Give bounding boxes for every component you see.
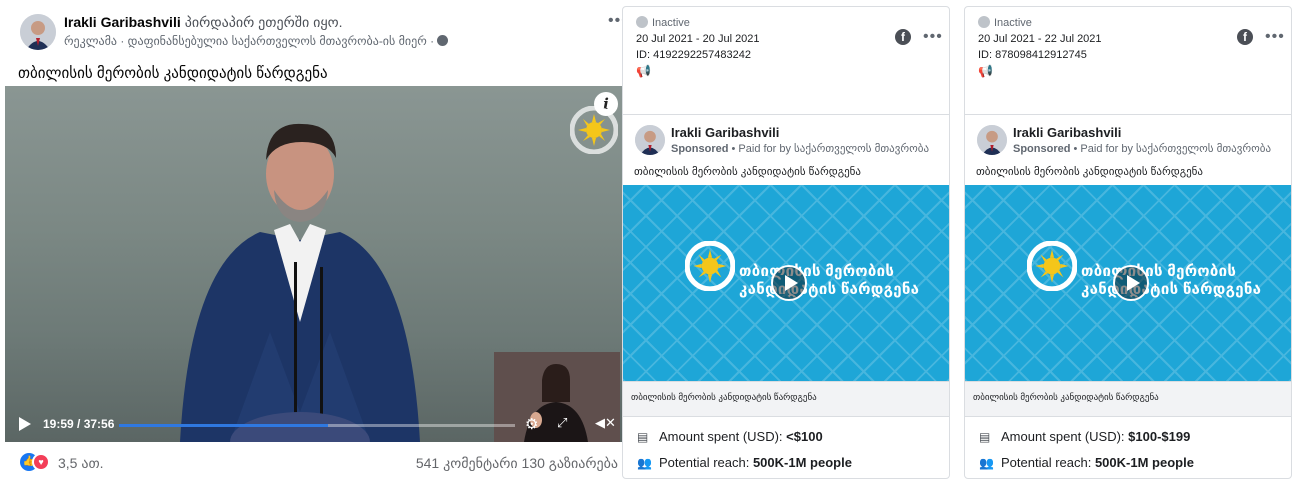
inactive-status-icon xyxy=(636,16,648,28)
play-icon[interactable] xyxy=(19,417,31,431)
ad-dates: 20 Jul 2021 - 22 Jul 2021 xyxy=(978,33,1102,45)
reach-label: Potential reach: xyxy=(1001,455,1095,470)
fullscreen-icon[interactable]: ⤢ xyxy=(557,415,567,431)
reach-label: Potential reach: xyxy=(659,455,753,470)
georgian-dream-logo xyxy=(1027,241,1077,291)
receipt-icon: ▤ xyxy=(979,430,991,444)
amount-value: <$100 xyxy=(786,429,823,444)
ad-preview: Irakli Garibashvili Sponsored • Paid for… xyxy=(623,114,949,417)
author-avatar[interactable] xyxy=(20,14,56,50)
people-icon: 👥 xyxy=(979,456,994,470)
ad-dates: 20 Jul 2021 - 20 Jul 2021 xyxy=(636,33,760,45)
settings-icon[interactable]: ⚙ xyxy=(525,415,538,433)
page-avatar[interactable] xyxy=(635,125,665,155)
ad-id: ID: 4192292257483242 xyxy=(636,49,751,61)
ad-page-name[interactable]: Irakli Garibashvili xyxy=(671,125,779,140)
ad-link-text: თბილისის მერობის კანდიდატის წარდგენა xyxy=(973,392,1159,402)
author-name[interactable]: Irakli Garibashvili xyxy=(64,14,181,30)
post-footer: 👍 ♥ 3,5 ათ. 541 კომენტარი 130 გაზიარება xyxy=(18,452,618,474)
facebook-icon: f xyxy=(895,29,911,45)
ad-video[interactable]: თბილისის მერობის კანდიდატის წარდგენა xyxy=(965,185,1291,381)
post-caption: თბილისის მერობის კანდიდატის წარდგენა xyxy=(18,65,328,82)
ad-body-text: თბილისის მერობის კანდიდატის წარდგენა xyxy=(634,166,862,178)
ad-link-caption[interactable]: თბილისის მერობის კანდიდატის წარდგენა xyxy=(623,381,949,417)
globe-icon xyxy=(437,35,449,46)
more-dots-icon[interactable]: ••• xyxy=(923,29,943,45)
georgian-dream-logo xyxy=(685,241,735,291)
live-status-text: პირდაპირ ეთერში იყო. xyxy=(184,14,343,30)
ad-meta: Inactive 20 Jul 2021 - 22 Jul 2021 ID: 8… xyxy=(978,15,1102,79)
ad-video-title-line2: კანდიდატის წარდგენა xyxy=(739,281,920,298)
megaphone-icon: 📢 xyxy=(978,64,993,78)
paid-for-text: • Paid for by საქართველოს მთავრობა xyxy=(731,143,930,155)
ad-stats: ▤ Amount spent (USD): <$100 👥 Potential re… xyxy=(637,424,852,476)
ad-sponsored-line: Sponsored • Paid for by საქართველოს მთავ… xyxy=(671,142,929,155)
sponsored-text: რეკლამა · დაფინანსებულია საქართველოს მთა… xyxy=(64,34,435,48)
reaction-count[interactable]: 3,5 ათ. xyxy=(58,455,104,472)
megaphone-icon: 📢 xyxy=(636,64,651,78)
ad-header: Irakli Garibashvili Sponsored • Paid for… xyxy=(977,123,1277,165)
ad-link-text: თბილისის მერობის კანდიდატის წარდგენა xyxy=(631,392,817,402)
ad-page-name[interactable]: Irakli Garibashvili xyxy=(1013,125,1121,140)
ad-body-text: თბილისის მერობის კანდიდატის წარდგენა xyxy=(976,166,1204,178)
ad-status: Inactive xyxy=(652,17,690,29)
people-icon: 👥 xyxy=(637,456,652,470)
amount-label: Amount spent (USD): xyxy=(659,429,787,444)
ad-video-title: თბილისის მერობის კანდიდატის წარდგენა xyxy=(1081,263,1261,299)
ad-link-caption[interactable]: თბილისის მერობის კანდიდატის წარდგენა xyxy=(965,381,1291,417)
ad-video-title: თბილისის მერობის კანდიდატის წარდგენა xyxy=(739,263,919,299)
sponsored-line: რეკლამა · დაფინანსებულია საქართველოს მთა… xyxy=(64,34,449,48)
video-progress-fill xyxy=(119,424,328,427)
reaction-icons[interactable]: 👍 ♥ xyxy=(20,453,54,471)
ad-video[interactable]: თბილისის მერობის კანდიდატის წარდგენა xyxy=(623,185,949,381)
inactive-status-icon xyxy=(978,16,990,28)
ad-preview: Irakli Garibashvili Sponsored • Paid for… xyxy=(965,114,1291,417)
amount-value: $100-$199 xyxy=(1128,429,1191,444)
ad-library-card: Inactive 20 Jul 2021 - 20 Jul 2021 ID: 4… xyxy=(622,6,950,479)
reach-value: 500K-1M people xyxy=(1094,455,1194,470)
ad-library-card: Inactive 20 Jul 2021 - 22 Jul 2021 ID: 8… xyxy=(964,6,1292,479)
facebook-post: Irakli Garibashvili პირდაპირ ეთერში იყო. … xyxy=(0,0,628,479)
ad-header: Irakli Garibashvili Sponsored • Paid for… xyxy=(635,123,935,165)
reach-value: 500K-1M people xyxy=(752,455,852,470)
love-reaction-icon: ♥ xyxy=(32,453,50,471)
ad-meta: Inactive 20 Jul 2021 - 20 Jul 2021 ID: 4… xyxy=(636,15,760,79)
play-icon[interactable] xyxy=(771,265,807,301)
georgian-dream-logo xyxy=(570,106,618,154)
video-controls: 19:59 / 37:56 ⚙ ⤢ ◀✕ xyxy=(5,408,624,442)
sponsored-label: Sponsored xyxy=(1013,143,1071,155)
post-author-line: Irakli Garibashvili პირდაპირ ეთერში იყო. xyxy=(64,14,343,31)
play-icon[interactable] xyxy=(1113,265,1149,301)
receipt-icon: ▤ xyxy=(637,430,649,444)
ad-video-title-line2: კანდიდატის წარდგენა xyxy=(1081,281,1262,298)
ad-sponsored-line: Sponsored • Paid for by საქართველოს მთავ… xyxy=(1013,142,1271,155)
ad-stats: ▤ Amount spent (USD): $100-$199 👥 Potentia… xyxy=(979,424,1194,476)
video-time: 19:59 / 37:56 xyxy=(43,417,115,431)
comments-shares-count[interactable]: 541 კომენტარი 130 გაზიარება xyxy=(416,455,618,472)
post-header: Irakli Garibashvili პირდაპირ ეთერში იყო. … xyxy=(18,12,627,62)
ad-id: ID: 878098412912745 xyxy=(978,49,1087,61)
more-dots-icon[interactable]: ••• xyxy=(1265,29,1285,45)
mute-icon[interactable]: ◀✕ xyxy=(595,415,616,431)
facebook-icon: f xyxy=(1237,29,1253,45)
amount-label: Amount spent (USD): xyxy=(1001,429,1129,444)
ad-video-title-line1: თბილისის მერობის xyxy=(1081,263,1237,280)
ad-status: Inactive xyxy=(994,17,1032,29)
video-progress-bar[interactable] xyxy=(119,424,515,427)
video-player[interactable]: i 19:59 / 37:56 ⚙ ⤢ ◀✕ xyxy=(5,86,624,442)
speaker-figure xyxy=(180,123,420,442)
sponsored-label: Sponsored xyxy=(671,143,729,155)
paid-for-text: • Paid for by საქართველოს მთავრობა xyxy=(1073,143,1272,155)
ad-video-title-line1: თბილისის მერობის xyxy=(739,263,895,280)
page-avatar[interactable] xyxy=(977,125,1007,155)
